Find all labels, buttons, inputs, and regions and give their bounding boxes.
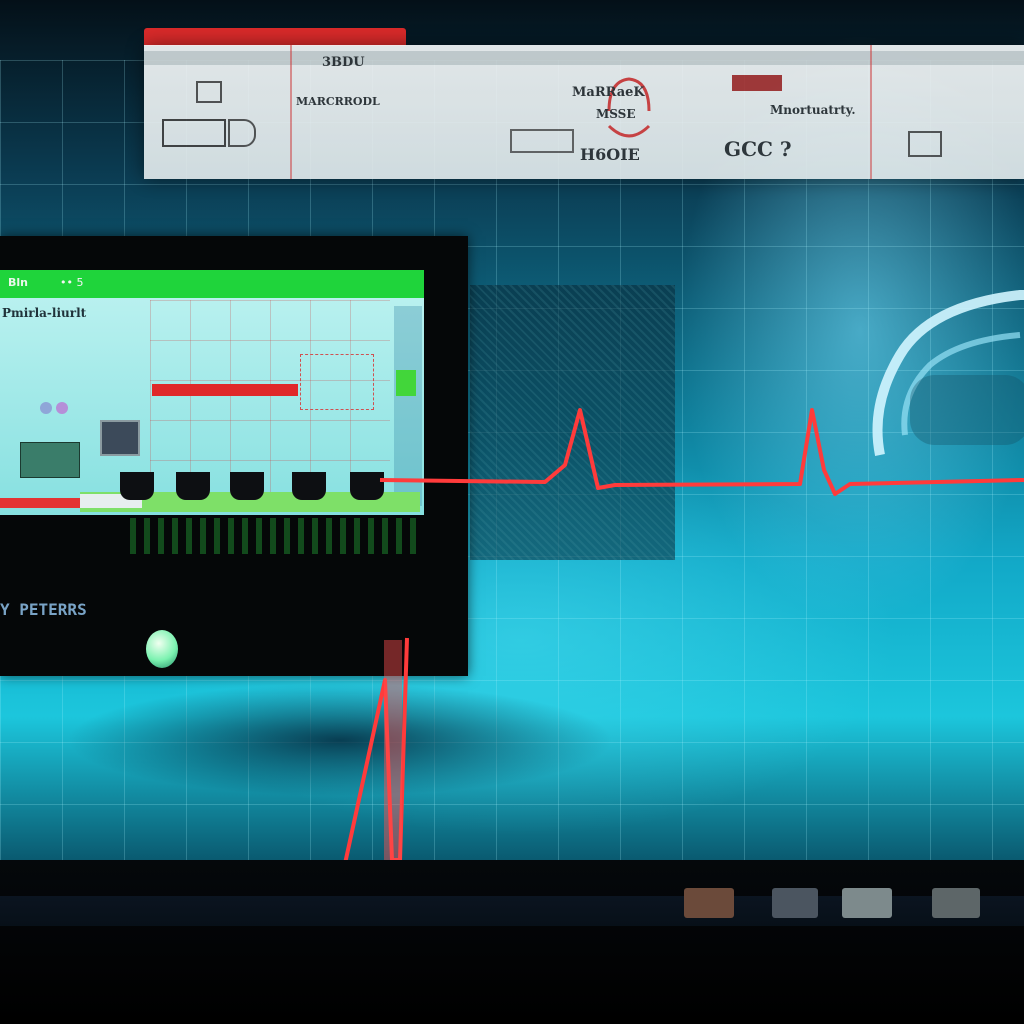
- banner-text: MSSE: [596, 107, 636, 121]
- screen-header-label: Bln: [8, 276, 28, 289]
- stamp-graphic: [300, 354, 374, 410]
- camera-icon: [292, 472, 326, 500]
- camera-row: [80, 472, 420, 512]
- camera-icon: [350, 472, 384, 500]
- thumbnail-chart: [20, 442, 80, 478]
- banner-text: Mnortuatrty.: [770, 103, 856, 117]
- thumbnail-box: [100, 420, 140, 456]
- cable-shadow: [0, 650, 700, 830]
- screen-header-label: •• 5: [60, 276, 84, 289]
- bracket-icon: [228, 119, 256, 147]
- scene: 3BDU MARCRRODL MaRRaeK MSSE H6OIE Mnortu…: [0, 0, 1024, 1024]
- car-outline-icon: [872, 290, 1024, 456]
- banner-tab: [144, 28, 406, 46]
- info-banner: 3BDU MARCRRODL MaRRaeK MSSE H6OIE Mnortu…: [144, 45, 1024, 179]
- monitor-label: Y PETERRS: [0, 600, 87, 619]
- camera-icon: [176, 472, 210, 500]
- device-block: [772, 888, 818, 918]
- desk: [0, 860, 1024, 1024]
- banner-text: MaRRaeK: [572, 85, 645, 100]
- camera-icon: [230, 472, 264, 500]
- banner-cell: [144, 45, 292, 179]
- banner-text: GCC ?: [724, 137, 792, 161]
- barcode-icon: [162, 119, 226, 147]
- alarm-bar: [152, 384, 298, 396]
- device-block: [684, 888, 734, 918]
- camera-icon: [120, 472, 154, 500]
- banner-text: MARCRRODL: [296, 95, 380, 108]
- led-indicator-icon[interactable]: [146, 630, 178, 668]
- banner-cell: Mnortuatrty. GCC ?: [704, 45, 872, 179]
- device-block: [932, 888, 980, 918]
- screen-title: Pmirla-liurlt: [2, 306, 87, 320]
- mini-chart-icon: [908, 131, 942, 157]
- device-icon: [40, 402, 68, 414]
- hatched-panel: [470, 285, 675, 560]
- grid-icon: [196, 81, 222, 103]
- screen-header: Bln •• 5: [0, 270, 424, 298]
- banner-text: H6OIE: [580, 145, 640, 164]
- device-block: [842, 888, 892, 918]
- banner-text: 3BDU: [322, 55, 365, 70]
- status-indicator: [396, 370, 416, 396]
- patient-monitor: Bln •• 5 Pmirla-liurlt Y PETERRS: [0, 236, 468, 676]
- signal-noise: [130, 518, 420, 554]
